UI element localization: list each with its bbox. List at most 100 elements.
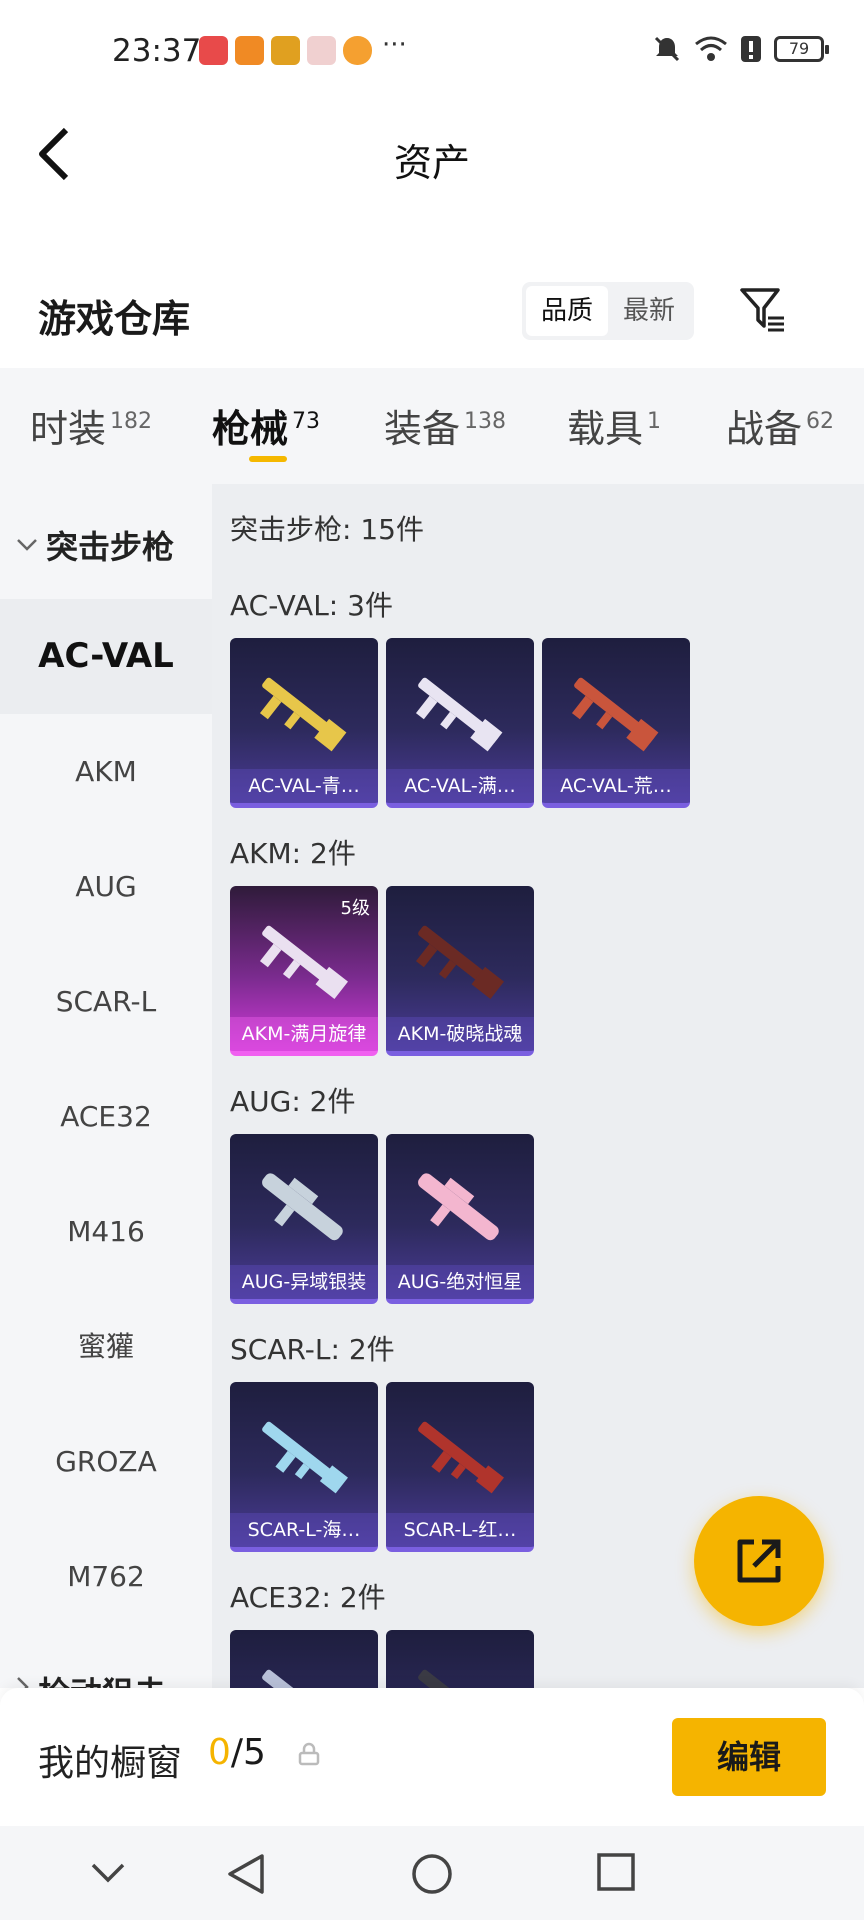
weapon-card[interactable]: SCAR-L-海… <box>230 1382 378 1552</box>
tab-outfits[interactable]: 时装 182 <box>30 398 152 453</box>
sidebar-item-scar-l[interactable]: SCAR-L <box>0 944 212 1059</box>
rifle-icon <box>418 1421 504 1494</box>
tab-count: 62 <box>806 409 835 435</box>
weapon-card[interactable]: AC-VAL-荒… <box>542 638 690 808</box>
weapon-card[interactable] <box>230 1630 378 1688</box>
sidebar-group-label: 栓动狙击 <box>38 1668 166 1688</box>
warehouse-title: 游戏仓库 <box>38 297 191 341</box>
section-title-ac-val: AC-VAL: 3件 <box>230 589 393 622</box>
notification-app-icon <box>307 36 336 65</box>
section-title-scar-l: SCAR-L: 2件 <box>230 1333 395 1366</box>
edit-button[interactable]: 编辑 <box>672 1718 826 1796</box>
weapon-name: AKM-满月旋律 <box>230 1017 378 1051</box>
lock-icon <box>298 1742 320 1766</box>
wifi-icon <box>695 36 727 61</box>
tab-vehicles[interactable]: 载具 1 <box>567 398 661 453</box>
showcase-total: /5 <box>230 1732 266 1773</box>
weapon-type-sidebar: 突击步枪 AC-VAL AKM AUG SCAR-L ACE32 M416 蜜獾… <box>0 484 212 1688</box>
weapon-name: AUG-绝对恒星 <box>386 1265 534 1299</box>
sort-latest-button[interactable]: 最新 <box>608 286 690 336</box>
tab-label: 装备 <box>384 407 461 451</box>
nav-home-icon[interactable] <box>410 1852 454 1896</box>
weapon-card[interactable]: AKM-破晓战魂 <box>386 886 534 1056</box>
weapon-card[interactable]: AC-VAL-满… <box>386 638 534 808</box>
section-title-akm: AKM: 2件 <box>230 837 356 870</box>
sidebar-item-m762[interactable]: M762 <box>0 1519 212 1634</box>
weapon-card[interactable]: SCAR-L-红… <box>386 1382 534 1552</box>
sort-toggle: 品质 最新 <box>522 282 694 340</box>
rifle-icon <box>415 677 503 752</box>
sidebar-item-akm[interactable]: AKM <box>0 714 212 829</box>
section-title-aug: AUG: 2件 <box>230 1085 356 1118</box>
tab-count: 1 <box>647 409 662 435</box>
tab-count: 138 <box>464 409 507 435</box>
sidebar-item-ac-val[interactable]: AC-VAL <box>0 599 212 714</box>
rifle-icon <box>259 925 348 1000</box>
notification-app-icon <box>271 36 300 65</box>
sort-quality-button[interactable]: 品质 <box>526 286 608 336</box>
clock: 23:37 <box>112 33 202 69</box>
showcase-bar: 我的橱窗 0/5 编辑 <box>0 1688 864 1826</box>
alert-icon <box>741 36 761 62</box>
tab-equipment[interactable]: 装备 138 <box>384 398 506 453</box>
app-header: 资产 <box>0 104 864 204</box>
showcase-label: 我的橱窗 <box>38 1743 183 1784</box>
collapse-icon[interactable] <box>90 1862 126 1884</box>
weapon-name: AC-VAL-荒… <box>542 769 690 803</box>
tab-label: 枪械 <box>212 407 289 451</box>
level-badge: 5级 <box>340 898 370 919</box>
rifle-icon <box>418 1669 499 1688</box>
rifle-icon <box>418 1173 499 1241</box>
page-title: 资产 <box>393 141 470 185</box>
sidebar-item-groza[interactable]: GROZA <box>0 1404 212 1519</box>
rifle-icon <box>262 1173 343 1241</box>
weapon-card[interactable] <box>386 1630 534 1688</box>
tab-count: 73 <box>292 409 321 435</box>
mute-icon <box>654 36 680 62</box>
system-navigation-bar <box>0 1826 864 1920</box>
active-tab-indicator <box>249 456 287 462</box>
sidebar-item-aug[interactable]: AUG <box>0 829 212 944</box>
weapon-card[interactable]: AUG-异域银装 <box>230 1134 378 1304</box>
category-summary: 突击步枪: 15件 <box>230 513 424 546</box>
tab-label: 载具 <box>567 407 644 451</box>
tab-weapons[interactable]: 枪械 73 <box>212 398 320 453</box>
sidebar-item-honey-badger[interactable]: 蜜獾 <box>0 1289 212 1404</box>
category-tabs: 时装 182 枪械 73 装备 138 载具 1 战备 62 <box>0 368 864 484</box>
rifle-icon <box>259 677 347 752</box>
showcase-count: 0/5 <box>208 1732 266 1773</box>
sidebar-group-assault-rifles[interactable]: 突击步枪 <box>16 522 174 568</box>
weapon-name: SCAR-L-红… <box>386 1513 534 1547</box>
rifle-icon <box>262 1669 343 1688</box>
notification-app-icon <box>199 36 228 65</box>
weapon-card[interactable]: 5级 AKM-满月旋律 <box>230 886 378 1056</box>
rifle-icon <box>571 677 659 752</box>
share-button[interactable] <box>694 1496 824 1626</box>
notification-app-icon <box>235 36 264 65</box>
showcase-current: 0 <box>208 1732 231 1773</box>
chevron-right-icon <box>17 1677 29 1688</box>
notification-app-icon <box>343 36 372 65</box>
nav-recents-icon[interactable] <box>596 1852 636 1892</box>
sidebar-group-label: 突击步枪 <box>46 528 175 566</box>
share-icon <box>737 1539 781 1583</box>
tab-supplies[interactable]: 战备 62 <box>726 398 834 453</box>
sidebar-item-m416[interactable]: M416 <box>0 1174 212 1289</box>
filter-button[interactable] <box>738 286 786 338</box>
sidebar-group-bolt-sniper[interactable]: 栓动狙击 <box>16 1668 166 1688</box>
rifle-icon <box>262 1421 348 1494</box>
battery-icon: 79 <box>774 36 829 62</box>
weapon-name: AC-VAL-满… <box>386 769 534 803</box>
sidebar-item-ace32[interactable]: ACE32 <box>0 1059 212 1174</box>
weapon-name: AC-VAL-青… <box>230 769 378 803</box>
section-title-ace32: ACE32: 2件 <box>230 1581 386 1614</box>
tab-count: 182 <box>110 409 153 435</box>
warehouse-toolbar: 游戏仓库 品质 最新 <box>0 270 864 360</box>
tab-label: 时装 <box>30 407 107 451</box>
chevron-down-icon <box>17 539 37 551</box>
weapon-card[interactable]: AUG-绝对恒星 <box>386 1134 534 1304</box>
filter-icon <box>740 288 784 332</box>
nav-back-icon[interactable] <box>226 1852 266 1896</box>
weapon-card[interactable]: AC-VAL-青… <box>230 638 378 808</box>
rifle-icon <box>415 925 504 1000</box>
